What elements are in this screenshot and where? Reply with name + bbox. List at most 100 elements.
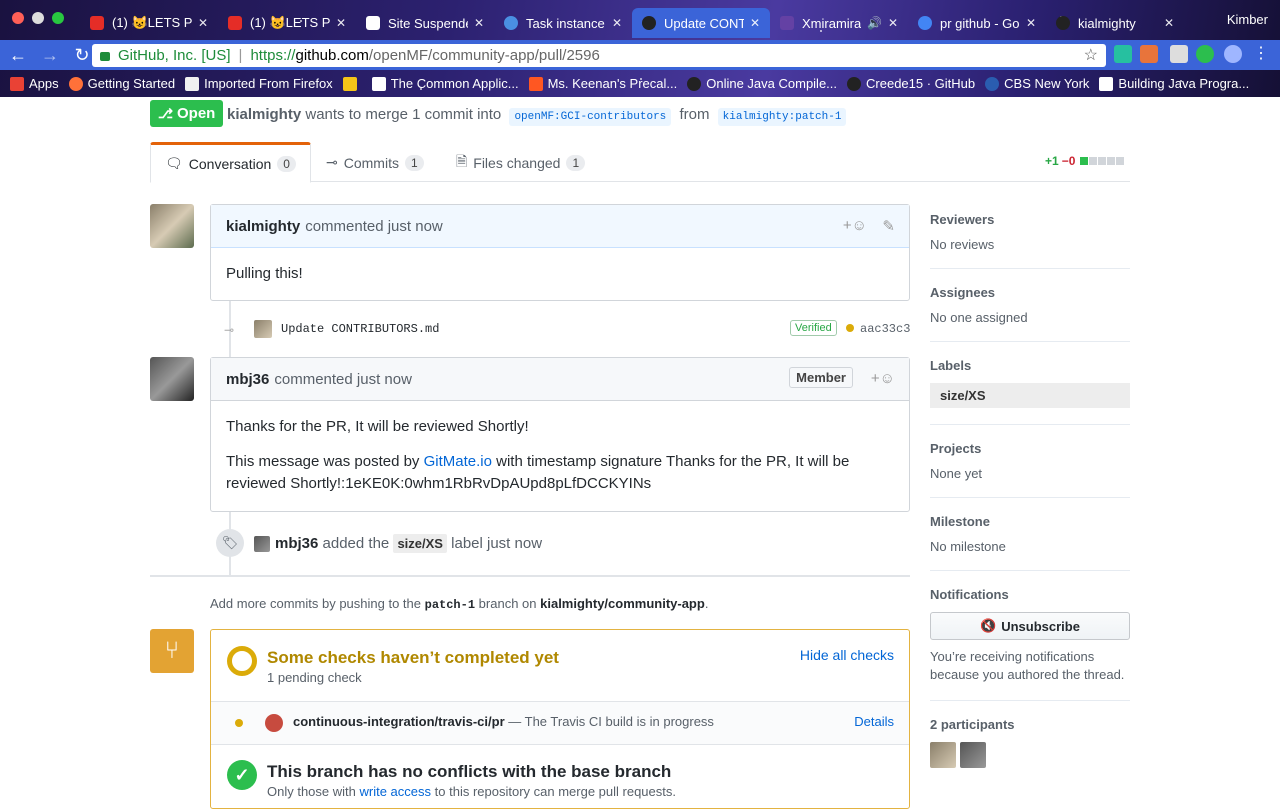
browser-tab-active[interactable]: Update CONTR✕ — [632, 8, 770, 38]
merge-checks-box: Some checks haven’t completed yet 1 pend… — [210, 629, 910, 809]
browser-tab[interactable]: kialmighty ✕ — [1046, 8, 1184, 38]
bookmark[interactable]: The Common Applic... — [371, 76, 519, 91]
browser-tab[interactable]: (1) 😺LETS PL ✕ — [218, 8, 356, 38]
extension-icon[interactable] — [1140, 45, 1158, 63]
avatar[interactable] — [254, 320, 272, 338]
pending-dot-icon — [235, 719, 243, 727]
google-icon — [918, 16, 932, 30]
avatar[interactable] — [150, 204, 194, 248]
close-tab-icon[interactable]: ✕ — [888, 16, 898, 30]
github-icon — [1056, 16, 1070, 30]
details-link[interactable]: Details — [854, 714, 894, 729]
sidebar-assignees[interactable]: Assignees No one assigned — [930, 285, 1130, 342]
site-identity[interactable]: GitHub, Inc. [US] — [118, 47, 231, 64]
tab-conversation[interactable]: 🗨 Conversation 0 — [150, 142, 311, 183]
tab-commits[interactable]: ⊸ Commits 1 — [312, 142, 438, 183]
checks-title: Some checks haven’t completed yet — [267, 648, 559, 667]
event-actor[interactable]: mbj36 — [275, 535, 318, 552]
common-app-icon — [371, 76, 386, 91]
blogger-icon — [528, 76, 543, 91]
browser-chrome: (1) 😺LETS PL ✕ (1) 😺LETS PL ✕ Site Suspend… — [0, 0, 1280, 97]
bookmark-star-icon[interactable]: ☆ — [1084, 45, 1098, 65]
add-reaction-icon[interactable]: +☺ — [843, 217, 867, 234]
zoom-window-button[interactable] — [52, 12, 64, 24]
gci-icon — [504, 16, 518, 30]
avatar[interactable] — [150, 357, 194, 401]
commit-sha[interactable]: aac33c3 — [860, 322, 910, 336]
comment-author[interactable]: mbj36 — [226, 371, 269, 388]
label-chip[interactable]: size/XS — [930, 383, 1130, 408]
extension-icon[interactable] — [1114, 45, 1132, 63]
commit-message[interactable]: Update CONTRIBUTORS.md — [281, 322, 439, 336]
extension-icon[interactable] — [1224, 45, 1242, 63]
bookmark[interactable]: Building Java Progra... — [1099, 76, 1249, 91]
no-conflicts-title: This branch has no conflicts with the ba… — [267, 762, 672, 781]
bookmark[interactable]: Online Java Compile... — [687, 76, 837, 91]
pending-status-icon[interactable] — [846, 324, 854, 332]
avatar[interactable] — [254, 536, 270, 552]
close-tab-icon[interactable]: ✕ — [198, 16, 208, 30]
comment-header: mbj36 commented just now Member +☺ — [211, 358, 909, 401]
cbs-icon — [985, 76, 1000, 91]
commit-icon: ⊸ — [326, 154, 338, 170]
label-chip[interactable]: size/XS — [393, 534, 447, 553]
browser-tab[interactable]: Site Suspended✕ — [356, 8, 494, 38]
close-tab-icon[interactable]: ✕ — [1026, 16, 1036, 30]
minimize-window-button[interactable] — [32, 12, 44, 24]
sidebar-projects[interactable]: Projects None yet — [930, 441, 1130, 498]
label-event: mbj36 added the size/XS label just now — [275, 534, 543, 553]
bookmark[interactable] — [342, 76, 362, 91]
status-check-row: continuous-integration/travis-ci/pr — Th… — [211, 702, 909, 744]
verified-badge[interactable]: Verified — [790, 320, 837, 336]
close-tab-icon[interactable]: ✕ — [336, 16, 346, 30]
browser-tab[interactable]: Xmiramira 🔊 ✕ — [770, 8, 908, 38]
address-bar[interactable]: GitHub, Inc. [US] | https://github.com/o… — [92, 44, 1106, 67]
edit-icon[interactable]: ✎ — [882, 217, 895, 235]
bookmark-folder[interactable]: Imported From Firefox — [185, 76, 333, 91]
checks-subtitle: 1 pending check — [267, 670, 362, 685]
browser-tab[interactable]: (1) 😺LETS PL ✕ — [80, 8, 218, 38]
push-hint: Add more commits by pushing to the patch… — [210, 596, 709, 612]
pr-state-badge: ⎇ Open — [150, 100, 224, 127]
profile-name[interactable]: Kimber — [1227, 12, 1268, 27]
close-tab-icon[interactable]: ✕ — [474, 16, 484, 30]
back-icon[interactable]: ← — [4, 45, 32, 66]
comment-header: kialmighty commented just now +☺ ✎ — [211, 205, 909, 248]
write-access-link[interactable]: write access — [360, 784, 432, 799]
check-name: continuous-integration/travis-ci/pr — [293, 714, 505, 729]
head-branch[interactable]: kialmighty:patch-1 — [717, 108, 847, 126]
close-tab-icon[interactable]: ✕ — [612, 16, 622, 30]
extension-icon[interactable] — [1170, 45, 1188, 63]
participant-avatar[interactable] — [930, 742, 956, 769]
base-branch[interactable]: openMF:GCI-contributors — [509, 108, 672, 126]
participant-avatar[interactable] — [960, 742, 986, 769]
pr-author-link[interactable]: kialmighty — [227, 106, 301, 123]
extension-icon[interactable] — [1196, 45, 1214, 63]
youtube-icon — [90, 16, 104, 30]
close-tab-icon[interactable]: ✕ — [750, 16, 760, 30]
hide-checks-link[interactable]: Hide all checks — [800, 647, 894, 663]
browser-tab[interactable]: Task instance ✕ — [494, 8, 632, 38]
bookmark-apps[interactable]: Apps — [10, 76, 59, 91]
tab-files-changed[interactable]: 🗎 Files changed 1 — [442, 142, 599, 183]
close-tab-icon[interactable]: ✕ — [1164, 16, 1174, 30]
sidebar-milestone[interactable]: Milestone No milestone — [930, 514, 1130, 571]
sidebar-labels[interactable]: Labels size/XS — [930, 358, 1130, 425]
comment-author[interactable]: kialmighty — [226, 218, 300, 235]
bookmark[interactable]: CBS New York — [985, 76, 1089, 91]
browser-tab[interactable]: pr github - Go ✕ — [908, 8, 1046, 38]
forward-icon[interactable]: → — [36, 45, 64, 66]
add-reaction-icon[interactable]: +☺ — [871, 370, 895, 387]
menu-icon[interactable]: ⋮ — [1252, 45, 1270, 63]
github-page: ⎇ Open kialmighty wants to merge 1 commit… — [0, 97, 1280, 809]
sidebar-notifications: Notifications 🔇 Unsubscribe You’re receiv… — [930, 587, 1130, 702]
bookmark[interactable]: Ms. Keenan's Precal... — [528, 76, 677, 91]
unsubscribe-button[interactable]: 🔇 Unsubscribe — [930, 612, 1130, 640]
gitmate-link[interactable]: GitMate.io — [424, 453, 492, 470]
bookmarks-bar: Apps Getting Started Imported From Firef… — [0, 70, 1280, 97]
close-window-button[interactable] — [12, 12, 24, 24]
bookmark[interactable]: Getting Started — [68, 76, 175, 91]
sidebar-reviewers[interactable]: Reviewers No reviews — [930, 212, 1130, 269]
member-badge: Member — [789, 367, 853, 388]
bookmark[interactable]: Creede15 · GitHub — [847, 76, 975, 91]
